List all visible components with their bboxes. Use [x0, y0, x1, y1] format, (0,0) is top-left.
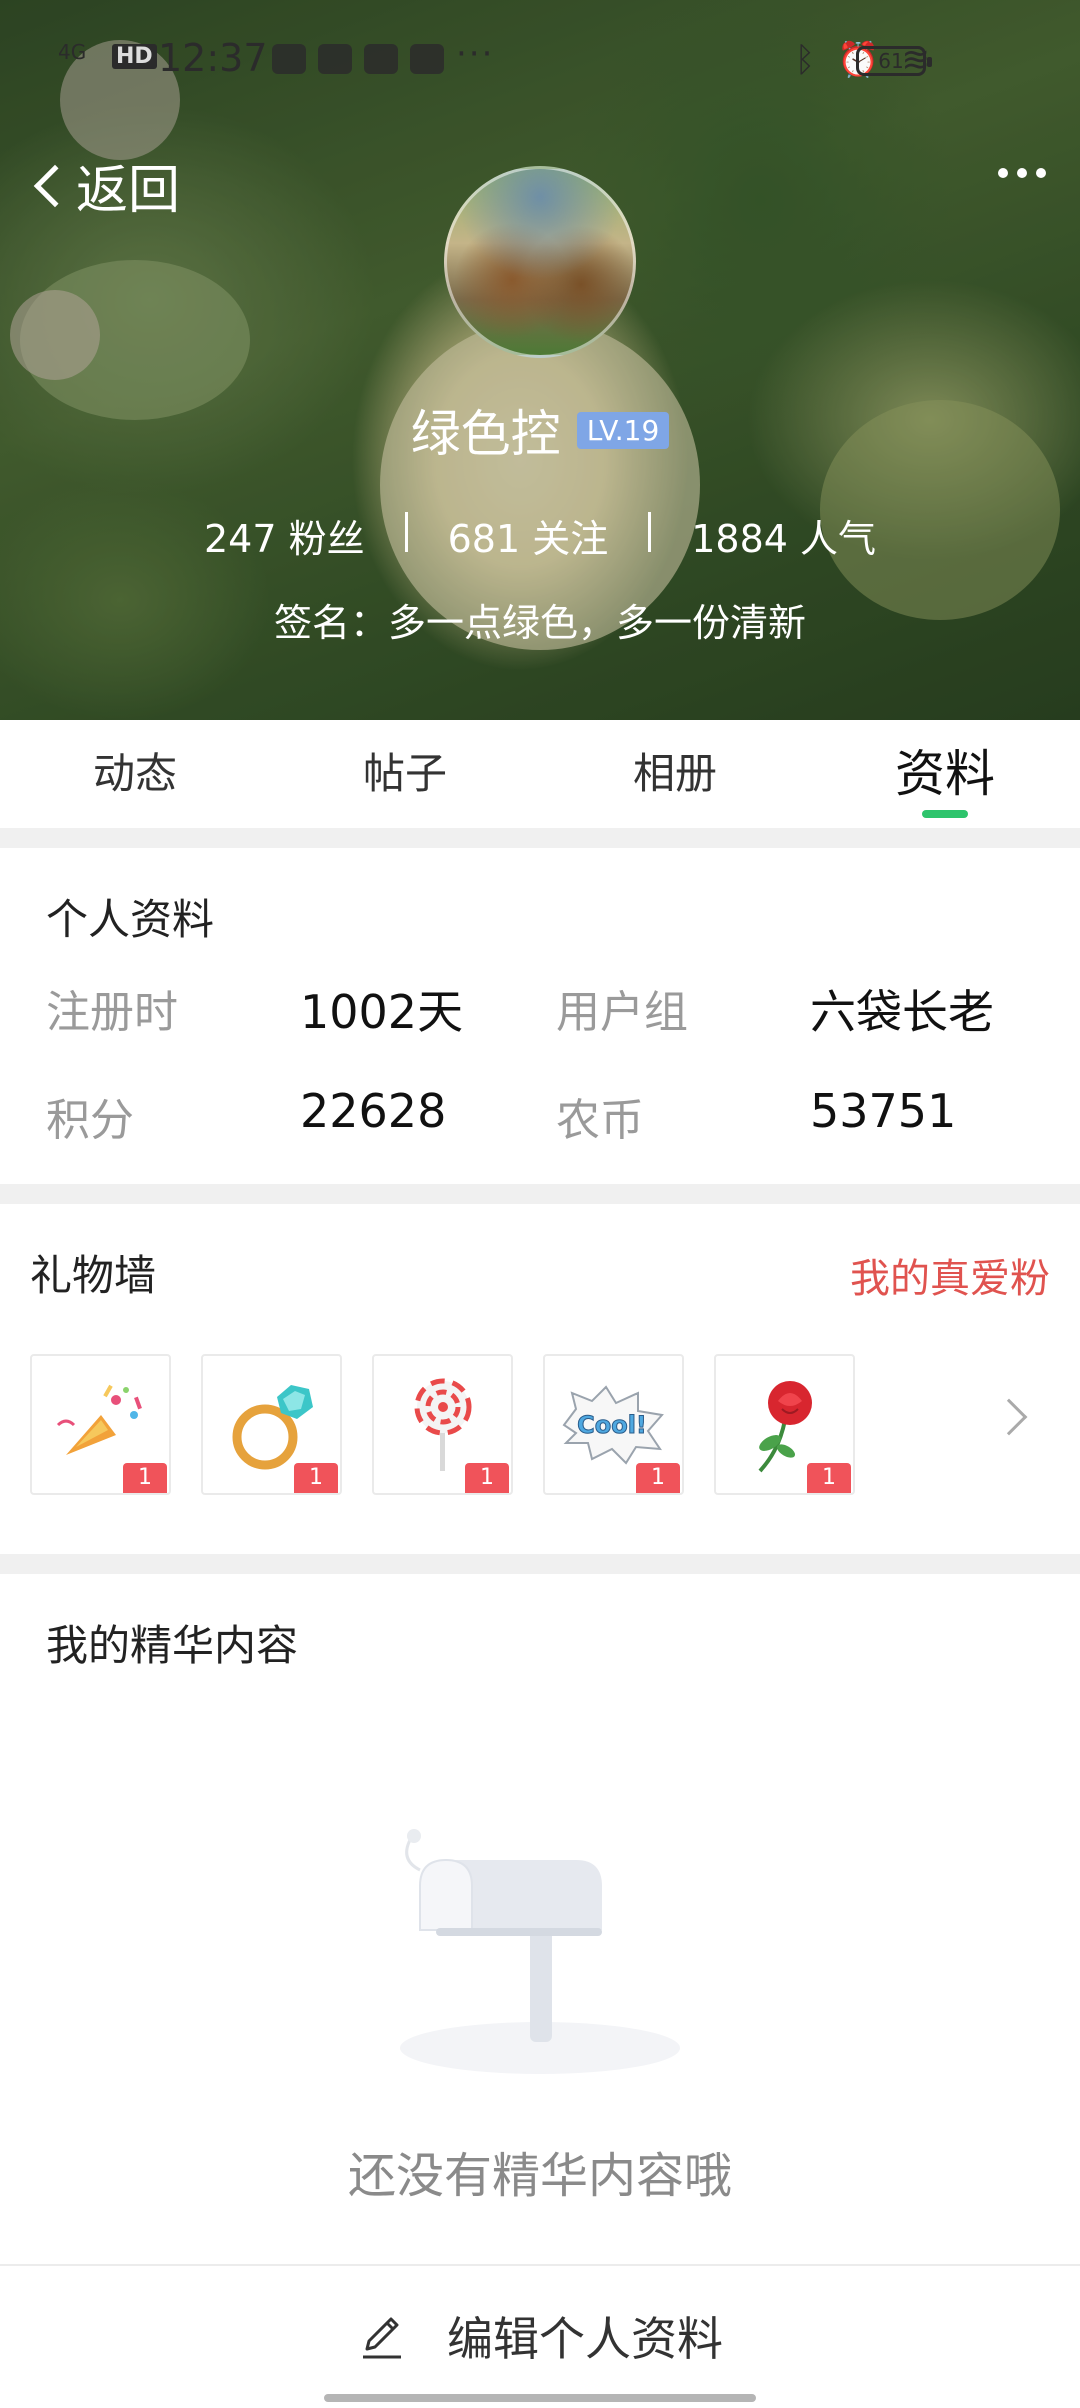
dot-icon: [1036, 168, 1046, 178]
hd-icon: HD: [112, 44, 157, 69]
app-notification-icon: [410, 44, 444, 74]
cool-text: Cool!: [577, 1411, 647, 1439]
party-popper-icon: [56, 1384, 142, 1455]
diamond-ring-icon: [232, 1384, 313, 1469]
empty-state-text: 还没有精华内容哦: [347, 2148, 732, 2204]
points-value: 22628: [300, 1084, 447, 1138]
more-options-button[interactable]: [998, 168, 1046, 178]
chevron-left-icon: [33, 164, 77, 207]
pencil-icon: [363, 2317, 401, 2359]
coins-label: 农币: [556, 1095, 644, 1146]
notification-icons: [272, 44, 444, 74]
level-badge: LV.19: [576, 411, 670, 449]
network-indicator: 4G: [58, 40, 87, 64]
points-label: 积分: [46, 1095, 134, 1146]
app-notification-icon: [364, 44, 398, 74]
popularity-count: 1884 人气: [691, 517, 877, 561]
app-notification-icon: [272, 44, 306, 74]
dot-icon: [1017, 168, 1027, 178]
avatar[interactable]: [444, 166, 636, 358]
coins-value: 53751: [810, 1084, 957, 1138]
gift-count-badge: 1: [123, 1463, 167, 1493]
tab-activity[interactable]: 动态: [0, 720, 270, 828]
empty-mailbox-icon: [400, 1829, 680, 2074]
bluetooth-icon: ᛒ: [794, 40, 816, 80]
back-button[interactable]: 返回: [28, 148, 180, 223]
rose-icon: [758, 1380, 812, 1472]
stats-row: 247 粉丝 681 关注 1884 人气: [0, 508, 1080, 563]
section-divider: [0, 1184, 1080, 1204]
tab-album[interactable]: 相册: [540, 720, 810, 828]
following-count[interactable]: 681 关注: [408, 508, 649, 563]
battery-icon: 61: [856, 46, 932, 76]
register-days-label: 注册时: [46, 987, 178, 1038]
register-days-value: 1002天: [300, 985, 464, 1039]
status-bar: 4G HD 12:37 ··· ᛒ ⏰ ≋ 61: [0, 0, 1080, 120]
featured-title: 我的精华内容: [46, 1621, 299, 1670]
app-notification-icon: [318, 44, 352, 74]
gift-count-badge: 1: [294, 1463, 338, 1493]
home-indicator[interactable]: [324, 2394, 756, 2402]
section-divider: [0, 828, 1080, 848]
true-fans-link[interactable]: 我的真爱粉: [850, 1246, 1050, 1304]
gift-wall-title: 礼物墙: [30, 1251, 157, 1300]
user-group-label: 用户组: [556, 987, 688, 1038]
back-label: 返回: [76, 161, 181, 221]
edit-profile-button[interactable]: 编辑个人资料: [0, 2266, 1080, 2406]
lollipop-icon: [414, 1378, 471, 1471]
gift-item[interactable]: 1: [714, 1354, 855, 1495]
edit-profile-label: 编辑个人资料: [447, 2312, 723, 2366]
gift-count-badge: 1: [807, 1463, 851, 1493]
status-time: 12:37: [158, 36, 268, 80]
gift-list: 1 1 1 Cool! 1 1: [30, 1354, 855, 1495]
gift-item[interactable]: 1: [30, 1354, 171, 1495]
signature: 签名：多一点绿色，多一份清新: [273, 601, 806, 645]
gift-count-badge: 1: [636, 1463, 680, 1493]
username: 绿色控: [410, 405, 561, 463]
tab-profile[interactable]: 资料: [810, 720, 1080, 828]
profile-tabs: 动态 帖子 相册 资料: [0, 720, 1080, 828]
user-group-value: 六袋长老: [810, 985, 994, 1039]
bottom-bar: 编辑个人资料: [0, 2264, 1080, 2408]
gift-item[interactable]: Cool! 1: [543, 1354, 684, 1495]
chevron-right-icon[interactable]: [990, 1398, 1028, 1436]
followers-count[interactable]: 247 粉丝: [164, 508, 405, 563]
gift-item[interactable]: 1: [201, 1354, 342, 1495]
gift-count-badge: 1: [465, 1463, 509, 1493]
section-divider: [0, 1554, 1080, 1574]
profile-header: 4G HD 12:37 ··· ᛒ ⏰ ≋ 61 返回 绿色控 LV.19 24…: [0, 0, 1080, 720]
gift-item[interactable]: 1: [372, 1354, 513, 1495]
more-notifications-icon: ···: [456, 34, 495, 74]
section-title: 个人资料: [46, 895, 215, 944]
cool-sticker-icon: Cool!: [562, 1384, 664, 1465]
tab-posts[interactable]: 帖子: [270, 720, 540, 828]
username-row: 绿色控 LV.19: [0, 394, 1080, 466]
dot-icon: [998, 168, 1008, 178]
